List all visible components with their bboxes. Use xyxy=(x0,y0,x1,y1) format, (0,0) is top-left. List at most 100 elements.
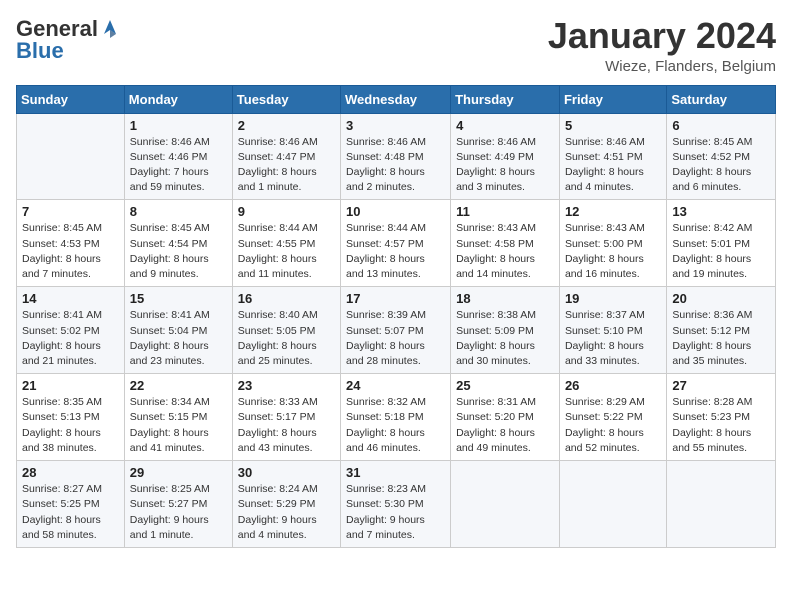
calendar-week-row: 7Sunrise: 8:45 AM Sunset: 4:53 PM Daylig… xyxy=(17,200,776,287)
table-row: 17Sunrise: 8:39 AM Sunset: 5:07 PM Dayli… xyxy=(341,287,451,374)
table-row xyxy=(559,461,666,548)
day-number: 27 xyxy=(672,378,770,393)
table-row: 5 Sunrise: 8:46 AM Sunset: 4:51 PM Daylig… xyxy=(559,113,666,200)
table-row xyxy=(451,461,560,548)
day-info: Sunrise: 8:44 AM Sunset: 4:55 PM Dayligh… xyxy=(238,221,335,282)
day-number: 28 xyxy=(22,465,119,480)
day-info: Sunrise: 8:34 AM Sunset: 5:15 PM Dayligh… xyxy=(130,395,227,456)
header-thursday: Thursday xyxy=(451,85,560,113)
calendar-week-row: 1 Sunrise: 8:46 AM Sunset: 4:46 PM Daylig… xyxy=(17,113,776,200)
day-number: 15 xyxy=(130,291,227,306)
day-info: Sunrise: 8:33 AM Sunset: 5:17 PM Dayligh… xyxy=(238,395,335,456)
day-number: 1 xyxy=(130,118,227,133)
table-row: 14Sunrise: 8:41 AM Sunset: 5:02 PM Dayli… xyxy=(17,287,125,374)
day-number: 2 xyxy=(238,118,335,133)
day-number: 19 xyxy=(565,291,661,306)
day-info: Sunrise: 8:36 AM Sunset: 5:12 PM Dayligh… xyxy=(672,308,770,369)
day-number: 23 xyxy=(238,378,335,393)
day-number: 30 xyxy=(238,465,335,480)
table-row: 22 Sunrise: 8:34 AM Sunset: 5:15 PM Dayli… xyxy=(124,374,232,461)
table-row: 26 Sunrise: 8:29 AM Sunset: 5:22 PM Dayli… xyxy=(559,374,666,461)
day-info: Sunrise: 8:24 AM Sunset: 5:29 PM Dayligh… xyxy=(238,482,335,543)
table-row: 30 Sunrise: 8:24 AM Sunset: 5:29 PM Dayli… xyxy=(232,461,340,548)
table-row: 6 Sunrise: 8:45 AM Sunset: 4:52 PM Daylig… xyxy=(667,113,776,200)
day-info: Sunrise: 8:46 AM Sunset: 4:51 PM Dayligh… xyxy=(565,135,661,196)
header-sunday: Sunday xyxy=(17,85,125,113)
table-row: 23 Sunrise: 8:33 AM Sunset: 5:17 PM Dayli… xyxy=(232,374,340,461)
day-number: 9 xyxy=(238,204,335,219)
page-header: General Blue January 2024 Wieze, Flander… xyxy=(16,16,776,75)
table-row: 18 Sunrise: 8:38 AM Sunset: 5:09 PM Dayli… xyxy=(451,287,560,374)
table-row: 7Sunrise: 8:45 AM Sunset: 4:53 PM Daylig… xyxy=(17,200,125,287)
day-info: Sunrise: 8:25 AM Sunset: 5:27 PM Dayligh… xyxy=(130,482,227,543)
day-number: 17 xyxy=(346,291,445,306)
calendar-week-row: 21 Sunrise: 8:35 AM Sunset: 5:13 PM Dayli… xyxy=(17,374,776,461)
day-info: Sunrise: 8:38 AM Sunset: 5:09 PM Dayligh… xyxy=(456,308,554,369)
table-row xyxy=(667,461,776,548)
day-number: 25 xyxy=(456,378,554,393)
day-number: 11 xyxy=(456,204,554,219)
table-row: 31Sunrise: 8:23 AM Sunset: 5:30 PM Dayli… xyxy=(341,461,451,548)
table-row: 24 Sunrise: 8:32 AM Sunset: 5:18 PM Dayli… xyxy=(341,374,451,461)
day-number: 20 xyxy=(672,291,770,306)
table-row: 15 Sunrise: 8:41 AM Sunset: 5:04 PM Dayli… xyxy=(124,287,232,374)
day-info: Sunrise: 8:45 AM Sunset: 4:54 PM Dayligh… xyxy=(130,221,227,282)
day-info: Sunrise: 8:46 AM Sunset: 4:46 PM Dayligh… xyxy=(130,135,227,196)
day-number: 13 xyxy=(672,204,770,219)
day-number: 4 xyxy=(456,118,554,133)
day-info: Sunrise: 8:43 AM Sunset: 5:00 PM Dayligh… xyxy=(565,221,661,282)
table-row xyxy=(17,113,125,200)
table-row: 13 Sunrise: 8:42 AM Sunset: 5:01 PM Dayli… xyxy=(667,200,776,287)
table-row: 16Sunrise: 8:40 AM Sunset: 5:05 PM Dayli… xyxy=(232,287,340,374)
table-row: 28 Sunrise: 8:27 AM Sunset: 5:25 PM Dayli… xyxy=(17,461,125,548)
day-info: Sunrise: 8:40 AM Sunset: 5:05 PM Dayligh… xyxy=(238,308,335,369)
header-tuesday: Tuesday xyxy=(232,85,340,113)
day-number: 12 xyxy=(565,204,661,219)
day-number: 24 xyxy=(346,378,445,393)
day-info: Sunrise: 8:29 AM Sunset: 5:22 PM Dayligh… xyxy=(565,395,661,456)
calendar-table: Sunday Monday Tuesday Wednesday Thursday… xyxy=(16,85,776,548)
day-number: 6 xyxy=(672,118,770,133)
day-info: Sunrise: 8:45 AM Sunset: 4:52 PM Dayligh… xyxy=(672,135,770,196)
header-saturday: Saturday xyxy=(667,85,776,113)
calendar-header-row: Sunday Monday Tuesday Wednesday Thursday… xyxy=(17,85,776,113)
day-number: 26 xyxy=(565,378,661,393)
table-row: 3 Sunrise: 8:46 AM Sunset: 4:48 PM Daylig… xyxy=(341,113,451,200)
day-number: 5 xyxy=(565,118,661,133)
location-subtitle: Wieze, Flanders, Belgium xyxy=(548,58,776,75)
logo-blue-text: Blue xyxy=(16,38,64,64)
table-row: 4Sunrise: 8:46 AM Sunset: 4:49 PM Daylig… xyxy=(451,113,560,200)
day-number: 14 xyxy=(22,291,119,306)
logo: General Blue xyxy=(16,16,120,64)
day-number: 21 xyxy=(22,378,119,393)
table-row: 19 Sunrise: 8:37 AM Sunset: 5:10 PM Dayli… xyxy=(559,287,666,374)
day-number: 18 xyxy=(456,291,554,306)
table-row: 9 Sunrise: 8:44 AM Sunset: 4:55 PM Daylig… xyxy=(232,200,340,287)
day-number: 7 xyxy=(22,204,119,219)
day-info: Sunrise: 8:46 AM Sunset: 4:48 PM Dayligh… xyxy=(346,135,445,196)
day-info: Sunrise: 8:31 AM Sunset: 5:20 PM Dayligh… xyxy=(456,395,554,456)
day-info: Sunrise: 8:37 AM Sunset: 5:10 PM Dayligh… xyxy=(565,308,661,369)
day-number: 29 xyxy=(130,465,227,480)
day-info: Sunrise: 8:32 AM Sunset: 5:18 PM Dayligh… xyxy=(346,395,445,456)
day-number: 3 xyxy=(346,118,445,133)
day-number: 8 xyxy=(130,204,227,219)
table-row: 8 Sunrise: 8:45 AM Sunset: 4:54 PM Daylig… xyxy=(124,200,232,287)
day-info: Sunrise: 8:23 AM Sunset: 5:30 PM Dayligh… xyxy=(346,482,445,543)
header-friday: Friday xyxy=(559,85,666,113)
day-info: Sunrise: 8:46 AM Sunset: 4:47 PM Dayligh… xyxy=(238,135,335,196)
table-row: 11 Sunrise: 8:43 AM Sunset: 4:58 PM Dayli… xyxy=(451,200,560,287)
table-row: 2 Sunrise: 8:46 AM Sunset: 4:47 PM Daylig… xyxy=(232,113,340,200)
table-row: 20 Sunrise: 8:36 AM Sunset: 5:12 PM Dayli… xyxy=(667,287,776,374)
calendar-week-row: 14Sunrise: 8:41 AM Sunset: 5:02 PM Dayli… xyxy=(17,287,776,374)
table-row: 12 Sunrise: 8:43 AM Sunset: 5:00 PM Dayli… xyxy=(559,200,666,287)
table-row: 25 Sunrise: 8:31 AM Sunset: 5:20 PM Dayli… xyxy=(451,374,560,461)
day-number: 22 xyxy=(130,378,227,393)
day-info: Sunrise: 8:41 AM Sunset: 5:04 PM Dayligh… xyxy=(130,308,227,369)
day-info: Sunrise: 8:28 AM Sunset: 5:23 PM Dayligh… xyxy=(672,395,770,456)
day-info: Sunrise: 8:27 AM Sunset: 5:25 PM Dayligh… xyxy=(22,482,119,543)
day-info: Sunrise: 8:42 AM Sunset: 5:01 PM Dayligh… xyxy=(672,221,770,282)
day-info: Sunrise: 8:43 AM Sunset: 4:58 PM Dayligh… xyxy=(456,221,554,282)
day-info: Sunrise: 8:35 AM Sunset: 5:13 PM Dayligh… xyxy=(22,395,119,456)
title-area: January 2024 Wieze, Flanders, Belgium xyxy=(548,16,776,75)
